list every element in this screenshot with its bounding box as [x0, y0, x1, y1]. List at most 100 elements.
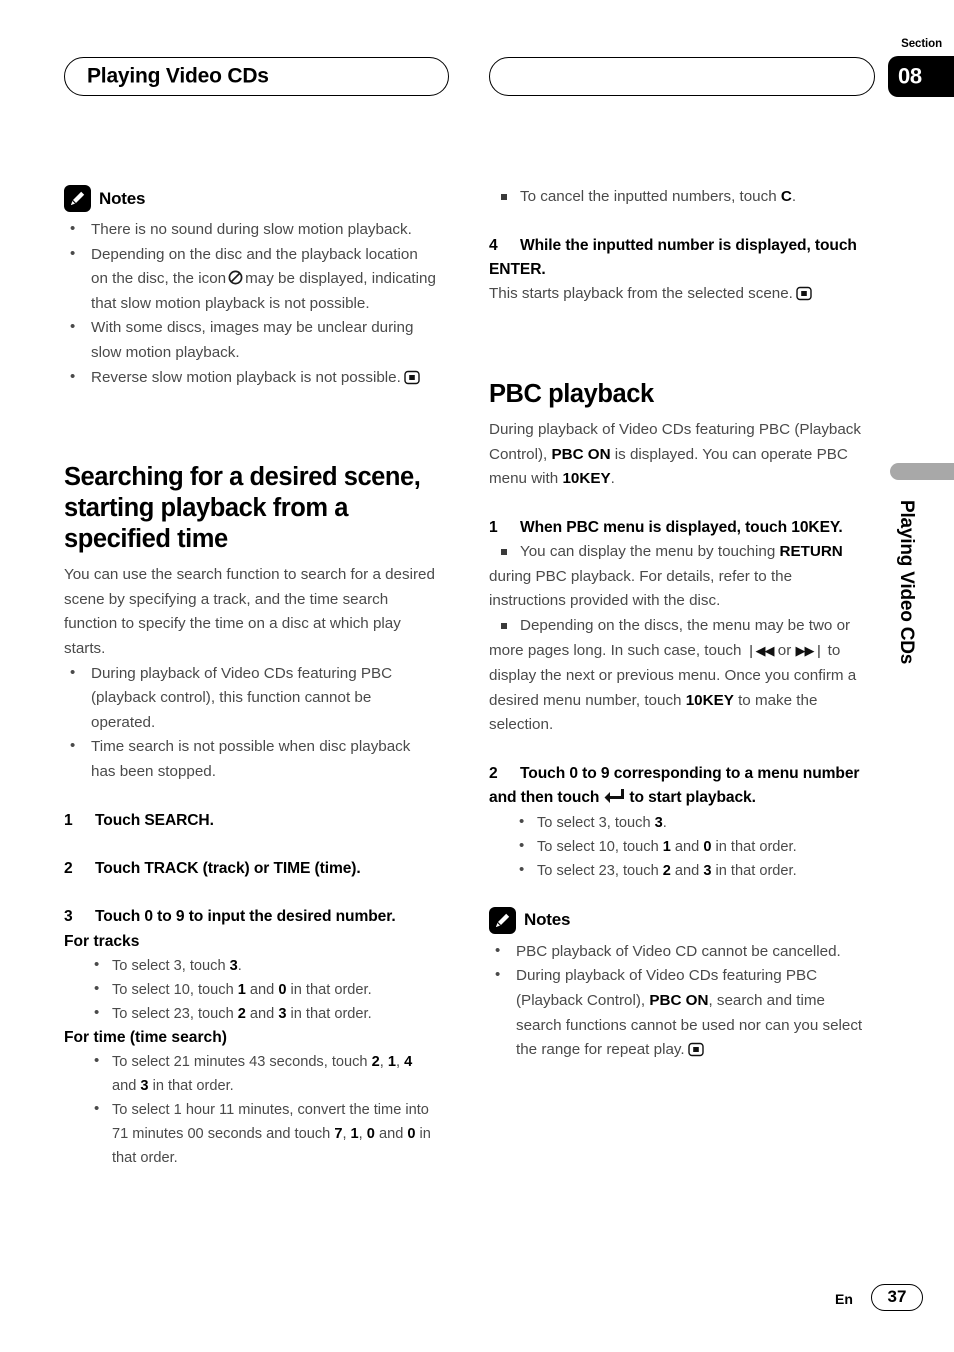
previous-track-icon: ❘◀◀ [745, 643, 775, 659]
list-item: There is no sound during slow motion pla… [64, 217, 438, 243]
key: 3 [140, 1077, 149, 1094]
list-item: To select 3, touch 3. [64, 953, 438, 978]
text: . [791, 188, 797, 205]
text: To select 10, touch [537, 838, 663, 855]
step-text: When PBC menu is displayed, touch 10KEY. [520, 518, 843, 536]
step-number: 4 [489, 236, 498, 254]
intro-paragraph: You can use the search function to searc… [64, 566, 435, 657]
text: To select 21 minutes 43 seconds, touch [112, 1053, 372, 1070]
text: and [670, 862, 704, 879]
text: during PBC playback. For details, refer … [489, 567, 793, 610]
key: 0 [407, 1125, 416, 1142]
page-title: Searching for a desired scene, starting … [64, 463, 421, 554]
notes-list-left: There is no sound during slow motion pla… [64, 217, 438, 391]
left-column: Notes There is no sound during slow moti… [64, 185, 438, 1170]
text: and [245, 1005, 279, 1022]
list-item: To select 1 hour 11 minutes, convert the… [64, 1097, 438, 1170]
step-text: Touch SEARCH. [95, 811, 214, 829]
text: To cancel the inputted numbers, touch [520, 188, 781, 205]
step-2-left: 2 Touch TRACK (track) or TIME (time). [64, 857, 438, 881]
list-item: During playback of Video CDs featuring P… [489, 963, 863, 1062]
key: C [780, 188, 792, 205]
text: in that order. [711, 862, 797, 879]
key: 1 [387, 1053, 396, 1070]
step-2-right: 2 Touch 0 to 9 corresponding to a menu nu… [489, 762, 863, 811]
list-item: Time search is not possible when disc pl… [64, 734, 438, 784]
time-examples-list: To select 21 minutes 43 seconds, touch 2… [64, 1049, 438, 1170]
notes-list-right: PBC playback of Video CD cannot be cance… [489, 939, 863, 1063]
page-number: 37 [871, 1284, 923, 1311]
section-number: 08 [898, 62, 922, 88]
list-item: During playback of Video CDs featuring P… [64, 661, 438, 736]
side-tab: Playing Video CDs [891, 500, 921, 750]
cancel-note: To cancel the inputted numbers, touch C. [489, 185, 863, 210]
key: 10KEY [562, 470, 611, 488]
text: and [670, 838, 704, 855]
key: 1 [350, 1125, 359, 1142]
list-item: Depending on the disc and the playback l… [64, 242, 438, 317]
list-item: To select 10, touch 1 and 0 in that orde… [64, 977, 438, 1002]
step-text: While the inputted number is displayed, … [489, 236, 857, 278]
list-item: To select 3, touch 3. [489, 810, 863, 835]
text: , [358, 1125, 367, 1142]
subheading-for-time: For time (time search) [64, 1028, 227, 1046]
pbc-note-a: You can display the menu by touching RET… [489, 540, 863, 614]
step-1-left: 1 Touch SEARCH. [64, 809, 438, 833]
step-1-right: 1 When PBC menu is displayed, touch 10KEY… [489, 516, 863, 540]
pencil-icon [64, 185, 91, 212]
text: To select 23, touch [537, 862, 663, 879]
list-item: Reverse slow motion playback is not poss… [64, 365, 438, 391]
chapter-title-pill: Playing Video CDs [64, 57, 449, 96]
pbc-intro: During playback of Video CDs featuring P… [489, 418, 863, 492]
key: 1 [237, 981, 246, 998]
enter-key-icon [603, 787, 625, 805]
end-of-section-icon [687, 1041, 704, 1057]
notes-heading-left: Notes [64, 185, 438, 212]
text: , [395, 1053, 405, 1070]
text: or [773, 641, 796, 659]
notes-label: Notes [99, 188, 146, 208]
step-4-right: 4 While the inputted number is displayed,… [489, 234, 863, 283]
text: in that order. [286, 1005, 372, 1022]
subheading-for-tracks: For tracks [64, 932, 140, 950]
list-item: PBC playback of Video CD cannot be cance… [489, 939, 863, 965]
manual-page: Playing Video CDs Section 08 Notes There… [0, 0, 954, 1352]
list-item: To select 23, touch 2 and 3 in that orde… [64, 1001, 438, 1026]
step-number: 3 [64, 908, 73, 926]
key: 0 [366, 1125, 375, 1142]
notes-label: Notes [524, 910, 571, 930]
text: You can display the menu by touching [520, 543, 780, 561]
key: 1 [662, 838, 671, 855]
menu-examples-list: To select 3, touch 3. To select 10, touc… [489, 810, 863, 883]
step-number: 2 [489, 764, 498, 782]
step-number: 1 [64, 811, 73, 829]
key: RETURN [779, 543, 843, 561]
text: and [112, 1077, 141, 1094]
text: To select 10, touch [112, 981, 238, 998]
text: . [610, 470, 615, 488]
text: To select 3, touch [112, 957, 230, 974]
section-tab: 08 [888, 56, 954, 97]
text: in that order. [286, 981, 372, 998]
pbc-note-b: Depending on the discs, the menu may be … [489, 614, 863, 738]
text: , [342, 1125, 351, 1142]
step-text-b: to start playback. [629, 789, 756, 807]
list-item: To select 10, touch 1 and 0 in that orde… [489, 834, 863, 859]
end-of-section-icon [796, 285, 812, 301]
language-code: En [835, 1291, 853, 1307]
key: 2 [662, 862, 671, 879]
end-of-section-icon [404, 369, 420, 385]
right-column: To cancel the inputted numbers, touch C.… [489, 185, 863, 1063]
list-item: With some discs, images may be unclear d… [64, 315, 438, 365]
section-label: Section [901, 38, 942, 50]
side-tab-marker [890, 463, 954, 480]
step-text: Touch 0 to 9 to input the desired number… [95, 908, 396, 926]
text: . [662, 814, 667, 831]
intro-bullet-list: During playback of Video CDs featuring P… [64, 661, 438, 785]
